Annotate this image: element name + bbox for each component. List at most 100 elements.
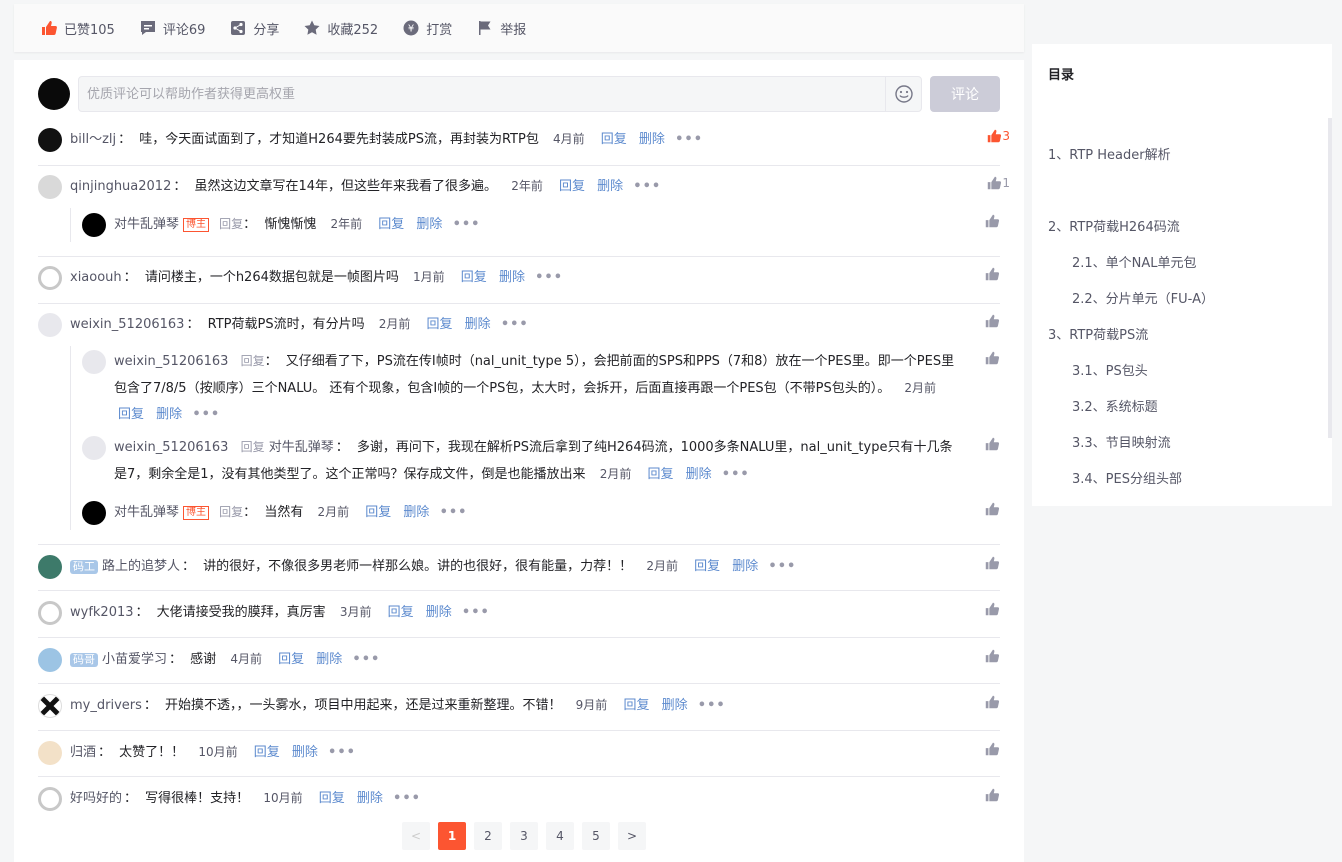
delete-link[interactable]: 删除 [416,217,442,232]
reply-link[interactable]: 回复 [694,559,720,574]
user-avatar[interactable] [82,213,106,237]
reply-link[interactable]: 回复 [388,605,414,620]
reply-link[interactable]: 回复 [254,745,280,760]
user-avatar[interactable] [38,555,62,579]
reward-button[interactable]: ¥ 打赏 [402,19,452,38]
comment-username[interactable]: wyfk2013 [70,605,134,620]
more-options-button[interactable]: ••• [462,605,490,620]
comment-like-button[interactable]: 1 [986,175,1010,191]
toc-item[interactable]: 3、RTP荷载PS流 [1048,324,1148,343]
comment-like-button[interactable] [984,501,1000,517]
delete-link[interactable]: 删除 [292,745,318,760]
delete-link[interactable]: 删除 [357,791,383,806]
comment-like-button[interactable] [984,350,1000,366]
more-options-button[interactable]: ••• [440,505,468,520]
reply-link[interactable]: 回复 [601,132,627,147]
delete-link[interactable]: 删除 [465,317,491,332]
delete-link[interactable]: 删除 [597,179,623,194]
user-avatar[interactable] [38,266,62,290]
user-avatar[interactable] [38,787,62,811]
comment-like-button[interactable] [984,313,1000,329]
reply-link[interactable]: 回复 [427,317,453,332]
delete-link[interactable]: 删除 [662,698,688,713]
prev-page-button[interactable]: < [402,822,430,850]
delete-link[interactable]: 删除 [686,467,712,482]
toc-item[interactable]: 3.1、PS包头 [1072,360,1148,379]
reply-link[interactable]: 回复 [319,791,345,806]
reply-link[interactable]: 回复 [365,505,391,520]
comment-username[interactable]: 对牛乱弹琴 [114,217,179,232]
delete-link[interactable]: 删除 [732,559,758,574]
comment-like-button[interactable] [984,266,1000,282]
user-avatar[interactable] [82,436,106,460]
comment-username[interactable]: 路上的追梦人 [102,559,180,574]
more-options-button[interactable]: ••• [453,217,481,232]
page-button-4[interactable]: 4 [546,822,574,850]
comment-like-button[interactable] [984,213,1000,229]
more-options-button[interactable]: ••• [633,179,661,194]
comment-like-button[interactable] [984,555,1000,571]
user-avatar[interactable] [38,601,62,625]
delete-link[interactable]: 删除 [156,407,182,422]
current-user-avatar[interactable] [38,78,70,110]
comment-like-button[interactable] [984,787,1000,803]
user-avatar[interactable] [82,501,106,525]
comment-like-button[interactable] [984,741,1000,757]
emoji-button[interactable] [885,77,921,111]
delete-link[interactable]: 删除 [639,132,665,147]
submit-comment-button[interactable]: 评论 [930,76,1000,112]
comment-like-button[interactable] [984,648,1000,664]
user-avatar[interactable] [38,175,62,199]
user-avatar[interactable] [82,350,106,374]
delete-link[interactable]: 删除 [426,605,452,620]
more-options-button[interactable]: ••• [393,791,421,806]
reply-link[interactable]: 回复 [623,698,649,713]
comment-like-button[interactable]: 3 [986,128,1010,144]
more-options-button[interactable]: ••• [352,652,380,667]
toc-item[interactable]: 2、RTP荷载H264码流 [1048,216,1180,235]
more-options-button[interactable]: ••• [768,559,796,574]
comment-username[interactable]: 小苗爱学习 [102,652,167,667]
comment-username[interactable]: my_drivers [70,698,142,713]
comment-username[interactable]: 对牛乱弹琴 [114,505,179,520]
comment-like-button[interactable] [984,436,1000,452]
more-options-button[interactable]: ••• [192,407,220,422]
user-avatar[interactable] [38,648,62,672]
more-options-button[interactable]: ••• [698,698,726,713]
report-button[interactable]: 举报 [476,19,526,38]
comment-like-button[interactable] [984,601,1000,617]
page-button-5[interactable]: 5 [582,822,610,850]
more-options-button[interactable]: ••• [328,745,356,760]
reply-link[interactable]: 回复 [559,179,585,194]
comment-username[interactable]: bill～zlj [70,132,116,147]
comment-input[interactable] [79,77,885,111]
comment-username[interactable]: xiaoouh [70,270,122,285]
delete-link[interactable]: 删除 [316,652,342,667]
reply-link[interactable]: 回复 [278,652,304,667]
reply-link[interactable]: 回复 [378,217,404,232]
page-button-1[interactable]: 1 [438,822,466,850]
delete-link[interactable]: 删除 [403,505,429,520]
toc-item[interactable]: 2.1、单个NAL单元包 [1072,252,1197,271]
toc-scrollbar[interactable] [1328,118,1332,438]
user-avatar[interactable] [38,741,62,765]
user-avatar[interactable] [38,694,62,718]
reply-link[interactable]: 回复 [118,407,144,422]
toc-item[interactable]: 3.2、系统标题 [1072,396,1158,415]
comment-username[interactable]: weixin_51206163 [114,440,228,455]
comment-username[interactable]: 好吗好的 [70,791,122,806]
comment-username[interactable]: weixin_51206163 [114,354,228,369]
comment-article-button[interactable]: 评论69 [139,19,205,38]
comment-like-button[interactable] [984,694,1000,710]
toc-item[interactable]: 2.2、分片单元（FU-A） [1072,288,1214,307]
toc-item[interactable]: 3.3、节目映射流 [1072,432,1171,451]
more-options-button[interactable]: ••• [535,270,563,285]
next-page-button[interactable]: > [618,822,646,850]
toc-item[interactable]: 1、RTP Header解析 [1048,144,1171,163]
share-button[interactable]: 分享 [229,19,279,38]
page-button-3[interactable]: 3 [510,822,538,850]
more-options-button[interactable]: ••• [675,132,703,147]
reply-link[interactable]: 回复 [461,270,487,285]
favorite-button[interactable]: 收藏252 [303,19,378,38]
page-button-2[interactable]: 2 [474,822,502,850]
